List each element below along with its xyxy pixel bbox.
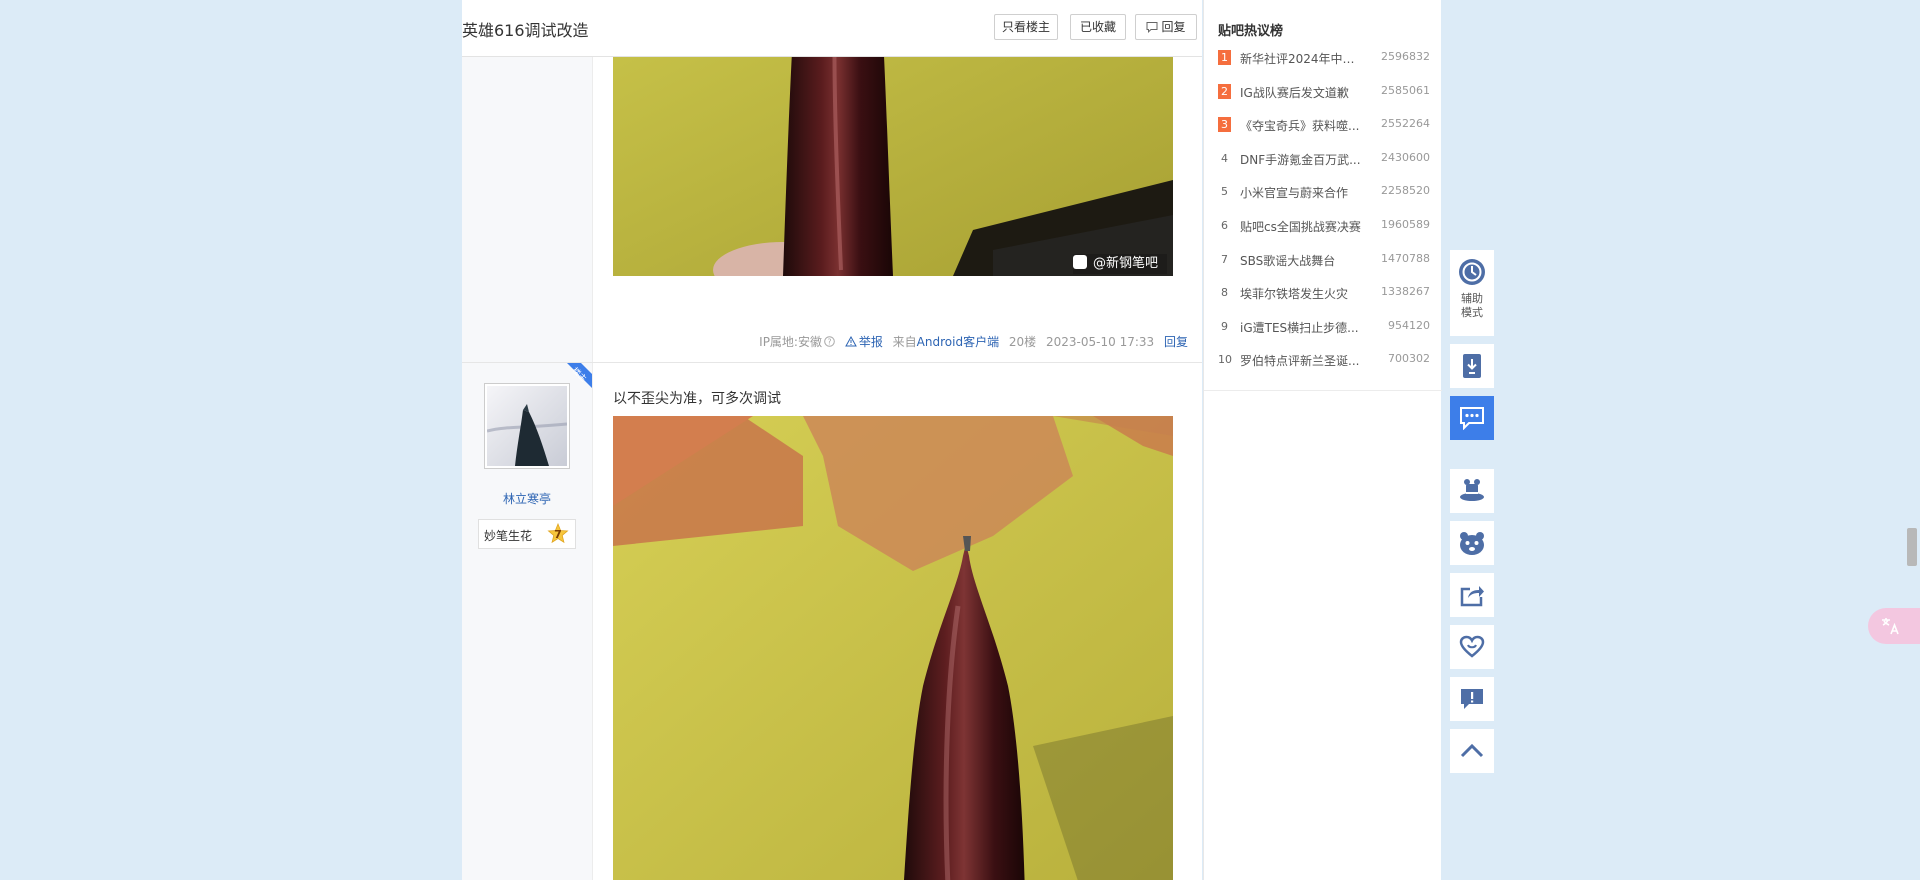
member-badge[interactable]: 妙笔生花 7 [478, 519, 576, 549]
android-client-link[interactable]: Android客户端 [917, 335, 999, 349]
hot-topic-item[interactable]: 4 DNF手游氪金百万武... 2430600 [1218, 150, 1430, 184]
question-icon[interactable]: ? [824, 336, 835, 347]
hot-count: 2596832 [1381, 50, 1430, 63]
sidebar-divider [1204, 390, 1442, 391]
back-to-top-button[interactable] [1450, 729, 1494, 773]
post-reply-link[interactable]: 回复 [1164, 335, 1188, 349]
ip-location: IP属地:安徽? [759, 335, 835, 349]
favorite-button[interactable] [1450, 625, 1494, 669]
hot-topic-item[interactable]: 2 IG战队赛后发文道歉 2585061 [1218, 83, 1430, 117]
hot-count: 954120 [1388, 318, 1430, 332]
ip-location-text: IP属地:安徽 [759, 335, 822, 349]
hot-count: 2585061 [1381, 83, 1430, 97]
hot-topics-sidebar: 贴吧热议榜 1 新华社评2024年中国... 2596832 2 IG战队赛后发文道歉… [1203, 0, 1442, 880]
badge-level: 7 [554, 528, 562, 541]
post1-meta: IP属地:安徽? 举报 来自Android客户端 20楼 2023-05-10 … [753, 333, 1188, 350]
floor-number: 20楼 [1008, 335, 1037, 349]
comment-icon [1146, 22, 1158, 33]
hot-rank: 7 [1221, 252, 1228, 266]
report-button[interactable] [1450, 677, 1494, 721]
warning-icon [844, 335, 857, 347]
client-source: 来自Android客户端 [893, 335, 999, 349]
bear-face-icon [1460, 532, 1484, 555]
hot-topic-text: 埃菲尔铁塔发生火灾 [1240, 287, 1349, 302]
share-icon [1460, 586, 1484, 607]
heart-icon [1459, 635, 1485, 658]
hot-topic-text: 小米官宣与蔚来合作 [1240, 186, 1349, 201]
hot-count: 1338267 [1381, 285, 1430, 299]
post2-image[interactable] [613, 416, 1173, 880]
hot-rank: 4 [1221, 151, 1228, 165]
page-scrollbar-thumb[interactable] [1907, 528, 1917, 566]
username[interactable]: 林立寒亭 [462, 490, 592, 507]
hot-rank: 2 [1218, 83, 1231, 99]
hot-rank: 5 [1221, 185, 1228, 199]
thread-title: 英雄616调试改造 [462, 21, 589, 40]
hot-count: 1470788 [1381, 251, 1430, 265]
post-time: 2023-05-10 17:33 [1046, 335, 1155, 349]
hot-topic-item[interactable]: 6 贴吧cs全国挑战赛决赛 1960589 [1218, 217, 1430, 251]
source-prefix: 来自 [892, 335, 917, 349]
hot-count: 2430600 [1381, 150, 1430, 164]
chat-icon [1460, 407, 1484, 430]
post-content-text: 以不歪尖为准，可多次调试 [613, 391, 781, 407]
hot-topic-item[interactable]: 1 新华社评2024年中国... 2596832 [1218, 49, 1430, 83]
hot-topic-item[interactable]: 8 埃菲尔铁塔发生火灾 1338267 [1218, 284, 1430, 318]
share-button[interactable] [1450, 573, 1494, 617]
hot-topic-item[interactable]: 5 小米官宣与蔚来合作 2258520 [1218, 183, 1430, 217]
accessibility-icon [1459, 259, 1485, 285]
thread-main: @新钢笔吧 英雄616调试改造 只看楼主 已收藏 回复 IP属地:安徽? 举报 … [462, 0, 1202, 880]
hot-rank: 3 [1218, 117, 1231, 133]
assist-mode-button[interactable]: 辅助模式 [1450, 250, 1494, 336]
translate-icon [1882, 618, 1899, 635]
hot-rank: 1 [1218, 50, 1231, 65]
hot-topic-item[interactable]: 10 罗伯特点评新兰圣诞... 700302 [1218, 351, 1430, 385]
thread-header: 英雄616调试改造 只看楼主 已收藏 回复 [462, 0, 1202, 57]
hot-topic-item[interactable]: 3 《夺宝奇兵》获料噬... 2552264 [1218, 116, 1430, 150]
report-label: 举报 [858, 335, 883, 349]
hot-topic-text: IG战队赛后发文道歉 [1240, 85, 1349, 100]
hot-count: 1960589 [1381, 217, 1430, 231]
hot-rank: 8 [1221, 286, 1228, 300]
translate-button[interactable] [1868, 608, 1920, 644]
magic-hat-button[interactable] [1450, 469, 1494, 513]
hot-count: 2552264 [1381, 117, 1430, 131]
hot-topic-text: DNF手游氪金百万武... [1240, 152, 1361, 167]
report-link[interactable]: 举报 [844, 335, 883, 349]
reply-top-button[interactable]: 回复 [1135, 14, 1197, 40]
watermark-text: @新钢笔吧 [1093, 255, 1158, 271]
hot-rank: 9 [1221, 319, 1228, 333]
svg-text:?: ? [827, 338, 831, 347]
badge-name: 妙笔生花 [484, 529, 533, 543]
hot-topic-text: 贴吧cs全国挑战赛决赛 [1240, 219, 1361, 234]
hot-rank: 6 [1221, 218, 1228, 232]
level-star-icon: 7 [547, 522, 569, 545]
only-op-button[interactable]: 只看楼主 [994, 14, 1058, 40]
assist-mode-label: 辅助模式 [1461, 292, 1483, 319]
hot-topic-text: 罗伯特点评新兰圣诞... [1240, 354, 1360, 369]
message-button[interactable] [1450, 396, 1494, 440]
hot-rank: 10 [1218, 353, 1232, 367]
hot-topic-text: 新华社评2024年中国... [1240, 52, 1362, 66]
hot-topic-text: SBS歌谣大战舞台 [1240, 253, 1336, 268]
avatar[interactable] [484, 383, 570, 469]
hot-topics-title: 贴吧热议榜 [1218, 24, 1284, 39]
hot-topic-text: 《夺宝奇兵》获料噬... [1240, 119, 1360, 134]
favorited-button[interactable]: 已收藏 [1070, 14, 1126, 40]
mobile-download-icon [1463, 354, 1481, 378]
mascot-button[interactable] [1450, 521, 1494, 565]
reply-top-label: 回复 [1161, 20, 1186, 34]
hot-topic-item[interactable]: 7 SBS歌谣大战舞台 1470788 [1218, 251, 1430, 285]
hot-topic-item[interactable]: 9 iG遭TES横扫止步德... 954120 [1218, 318, 1430, 352]
hot-topics-list: 1 新华社评2024年中国... 2596832 2 IG战队赛后发文道歉 258506… [1218, 49, 1430, 385]
hot-topic-text: iG遭TES横扫止步德... [1240, 320, 1359, 335]
hot-count: 2258520 [1381, 184, 1430, 198]
hot-count: 700302 [1388, 352, 1430, 366]
column-divider [592, 363, 593, 880]
report-icon [1461, 689, 1483, 709]
magic-hat-icon [1460, 479, 1484, 501]
download-app-button[interactable] [1450, 344, 1494, 388]
chevron-up-icon [1460, 743, 1484, 758]
